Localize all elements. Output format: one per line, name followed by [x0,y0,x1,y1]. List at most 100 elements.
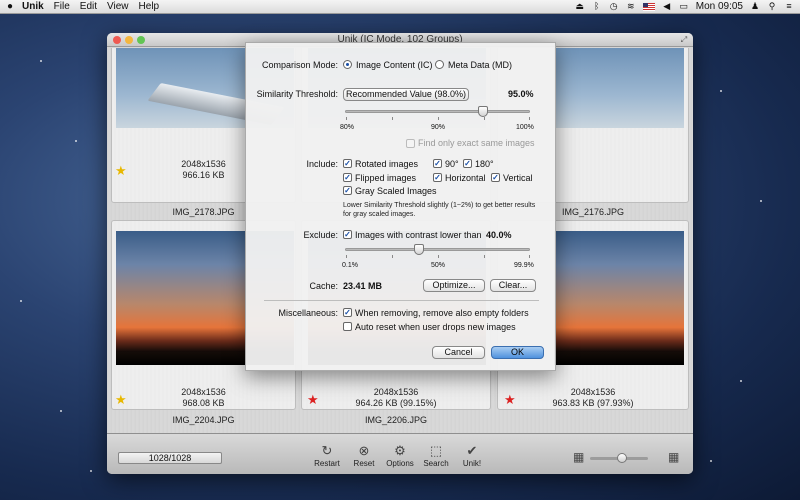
us-flag-icon[interactable] [642,2,655,11]
menu-view[interactable]: View [105,1,137,12]
recommended-value-button[interactable]: Recommended Value (98.0%) [343,88,469,101]
auto-reset-checkbox[interactable] [343,322,352,331]
ok-button[interactable]: OK [491,346,544,359]
meta-data-radio[interactable] [435,60,444,69]
vertical-label[interactable]: Vertical [503,173,533,183]
large-grid-icon[interactable]: ▦ [668,451,679,463]
miscellaneous-label: Miscellaneous: [278,308,338,318]
star-icon[interactable]: ★ [504,393,516,406]
vertical-checkbox[interactable]: ✓ [491,173,500,182]
zoom-slider-knob[interactable] [616,453,627,463]
selection-icon: ⬚ [429,443,443,458]
small-grid-icon[interactable]: ▦ [573,451,584,463]
rotate-180-checkbox[interactable]: ✓ [463,159,472,168]
search-button[interactable]: ⬚ Search [418,443,454,469]
bottom-toolbar: 1028/1028 ↻ Restart ⊗ Reset ⚙ Options ⬚ … [107,433,693,474]
user-icon[interactable]: ♟ [750,2,760,11]
contrast-checkbox[interactable]: ✓ [343,230,352,239]
cache-value: 23.41 MB [343,281,383,291]
image-dimensions: 2048x1536 [570,387,616,397]
cache-label: Cache: [309,281,338,291]
rotate-90-checkbox[interactable]: ✓ [433,159,442,168]
contrast-slider-knob[interactable] [414,244,425,255]
minimize-button[interactable] [125,36,133,44]
restart-icon: ↻ [321,443,333,458]
apple-icon[interactable]: ● [0,1,20,12]
thumbnail-image[interactable] [554,231,684,365]
clear-button[interactable]: Clear... [490,279,536,292]
comparison-mode-label: Comparison Mode: [261,60,338,70]
zoom-slider[interactable] [590,453,648,463]
contrast-tick-max: 99.9% [514,262,534,269]
star-icon[interactable]: ★ [115,164,127,177]
rotated-checkbox[interactable]: ✓ [343,159,352,168]
star-icon[interactable]: ★ [307,393,319,406]
fullscreen-icon[interactable]: ⤢ [680,36,688,44]
exact-only-checkbox[interactable] [406,139,415,148]
menu-clock[interactable]: Mon 09:05 [696,1,743,12]
image-size: 968.08 KB [182,398,225,408]
exact-only-label[interactable]: Find only exact same images [418,138,535,148]
grayscale-label[interactable]: Gray Scaled Images [355,186,437,196]
menu-app[interactable]: Unik [20,1,52,12]
contrast-slider[interactable] [345,244,530,258]
restart-button[interactable]: ↻ Restart [309,443,345,469]
battery-icon[interactable]: ▭ [679,2,689,11]
flipped-label[interactable]: Flipped images [355,173,416,183]
file-name: IMG_2204.JPG [172,415,235,425]
grayscale-note: Lower Similarity Threshold slightly (1~2… [343,202,536,218]
file-name: IMG_2206.JPG [364,415,428,425]
unik-button[interactable]: ✔ Unik! [454,443,490,469]
notifications-icon[interactable]: ≡ [784,2,794,11]
image-content-radio[interactable] [343,60,352,69]
star-icon[interactable]: ★ [115,393,127,406]
flipped-checkbox[interactable]: ✓ [343,173,352,182]
close-button[interactable] [113,36,121,44]
rotate-90-label[interactable]: 90° [445,159,459,169]
reset-button[interactable]: ⊗ Reset [346,443,382,469]
similarity-threshold-slider[interactable] [345,106,530,120]
horizontal-label[interactable]: Horizontal [445,173,486,183]
rotated-label[interactable]: Rotated images [355,159,418,169]
checkmark-icon: ✔ [466,443,478,458]
remove-folders-checkbox[interactable]: ✓ [343,308,352,317]
grayscale-checkbox[interactable]: ✓ [343,186,352,195]
search-label: Search [423,459,449,468]
options-button[interactable]: ⚙ Options [382,443,418,469]
divider [264,300,539,301]
threshold-tick-mid: 90% [431,124,446,131]
spotlight-icon[interactable]: ⚲ [767,2,777,11]
rotate-180-label[interactable]: 180° [475,159,494,169]
contrast-value: 40.0% [486,230,512,240]
time-machine-icon[interactable]: ◷ [609,2,619,11]
contrast-label[interactable]: Images with contrast lower than [355,230,482,240]
gear-icon: ⚙ [394,443,406,458]
remove-folders-label[interactable]: When removing, remove also empty folders [355,308,529,318]
thumbnail-image[interactable] [554,48,684,128]
threshold-slider-knob[interactable] [478,106,489,117]
image-size: 964.26 KB (99.15%) [355,398,437,408]
meta-data-label[interactable]: Meta Data (MD) [448,60,512,70]
optimize-button[interactable]: Optimize... [423,279,485,292]
menu-help[interactable]: Help [137,1,168,12]
unik-label: Unik! [462,459,482,468]
image-dimensions: 2048x1536 [373,387,419,397]
image-content-label[interactable]: Image Content (IC) [356,60,433,70]
eject-icon[interactable]: ⏏ [575,2,585,11]
volume-icon[interactable]: ◀ [662,2,672,11]
exclude-label: Exclude: [303,230,338,240]
image-size: 963.83 KB (97.93%) [552,398,634,408]
menu-edit[interactable]: Edit [78,1,105,12]
bluetooth-icon[interactable]: ᛒ [592,2,602,11]
horizontal-checkbox[interactable]: ✓ [433,173,442,182]
options-label: Options [386,459,414,468]
reset-icon: ⊗ [358,443,370,458]
cancel-button[interactable]: Cancel [432,346,485,359]
auto-reset-label[interactable]: Auto reset when user drops new images [355,322,516,332]
threshold-tick-min: 80% [340,124,355,131]
menu-file[interactable]: File [52,1,78,12]
wifi-icon[interactable]: ≋ [626,2,636,11]
zoom-button[interactable] [137,36,145,44]
options-dialog: Comparison Mode: Image Content (IC) Meta… [245,42,556,371]
image-counter: 1028/1028 [118,452,222,464]
